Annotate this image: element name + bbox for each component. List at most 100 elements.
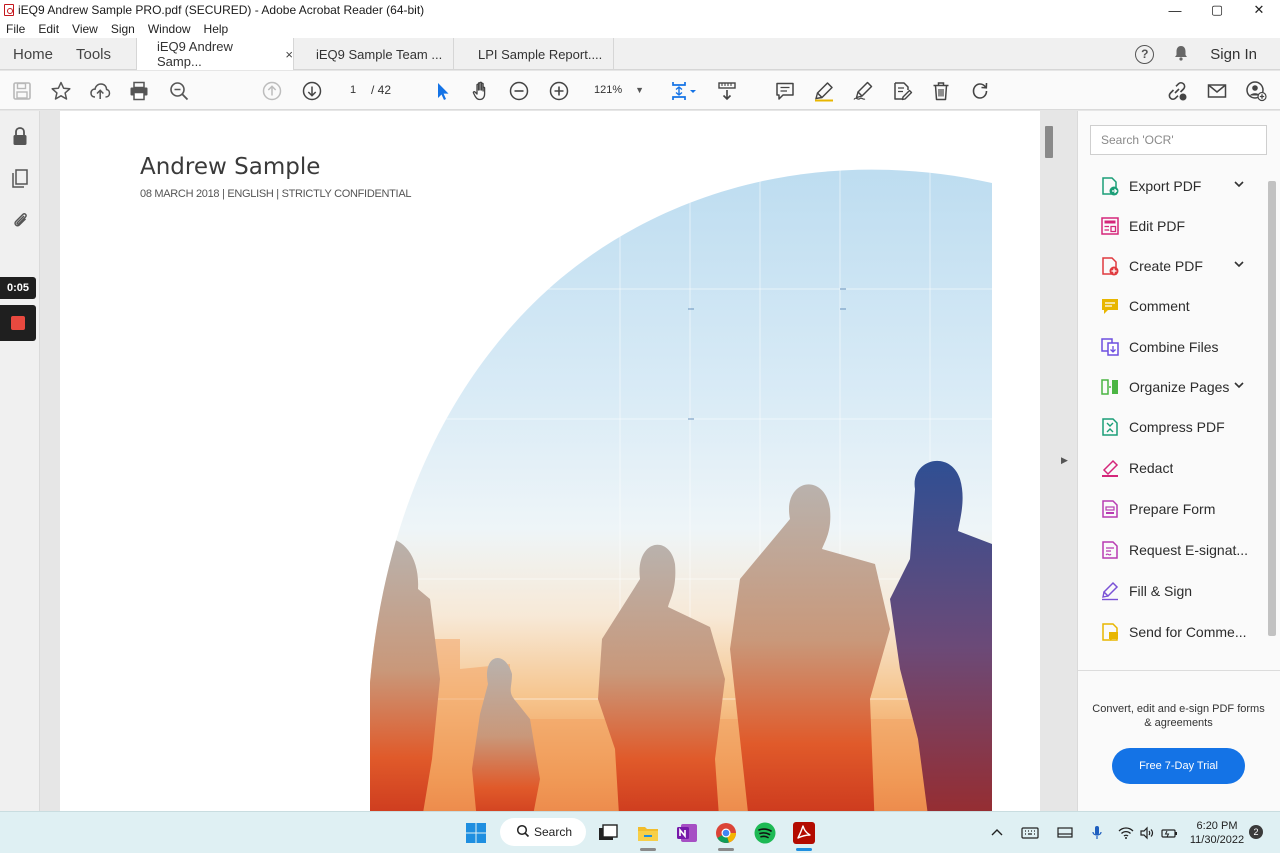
chevron-down-icon[interactable] bbox=[1234, 179, 1244, 189]
document-tab[interactable]: iEQ9 Sample Team ... bbox=[294, 38, 454, 70]
document-tab[interactable]: LPI Sample Report.... bbox=[454, 38, 614, 70]
document-viewer[interactable]: Andrew Sample 08 MARCH 2018 | ENGLISH | … bbox=[41, 111, 1056, 811]
promo-text: Convert, edit and e-sign PDF forms & agr… bbox=[1092, 703, 1265, 729]
wifi-icon[interactable] bbox=[1118, 812, 1134, 853]
tool-combine-files[interactable]: Combine Files bbox=[1078, 329, 1268, 365]
attachment-icon[interactable] bbox=[9, 209, 31, 231]
stop-recording-button[interactable] bbox=[0, 305, 36, 341]
menu-edit[interactable]: Edit bbox=[38, 22, 59, 36]
keyboard-icon[interactable] bbox=[1021, 812, 1039, 853]
share-link-icon[interactable] bbox=[1165, 79, 1189, 103]
tool-label: Organize Pages bbox=[1129, 379, 1230, 395]
tool-export-pdf[interactable]: Export PDF bbox=[1078, 168, 1268, 204]
tool-label: Redact bbox=[1129, 460, 1174, 476]
maximize-button[interactable]: ▢ bbox=[1196, 0, 1238, 20]
page-thumbnails-icon[interactable] bbox=[9, 167, 31, 189]
print-icon[interactable] bbox=[127, 79, 151, 103]
tool-request-esignatures[interactable]: Request E-signat... bbox=[1078, 532, 1268, 568]
tool-send-for-comments[interactable]: Send for Comme... bbox=[1078, 614, 1268, 650]
onenote-icon[interactable] bbox=[675, 821, 699, 845]
file-explorer-icon[interactable] bbox=[636, 821, 660, 845]
acrobat-taskbar-icon[interactable] bbox=[792, 821, 816, 845]
tool-comment[interactable]: Comment bbox=[1078, 288, 1268, 324]
windows-start-icon[interactable] bbox=[464, 821, 488, 845]
tool-compress-pdf[interactable]: Compress PDF bbox=[1078, 409, 1268, 445]
notification-badge[interactable]: 2 bbox=[1249, 825, 1263, 839]
edit-document-icon[interactable] bbox=[890, 79, 914, 103]
sign-in-button[interactable]: Sign In bbox=[1210, 46, 1257, 63]
bell-icon[interactable] bbox=[1172, 44, 1190, 65]
delete-icon[interactable] bbox=[929, 79, 953, 103]
cloud-upload-icon[interactable] bbox=[88, 79, 112, 103]
zoom-in-icon[interactable] bbox=[547, 79, 571, 103]
tool-create-pdf[interactable]: Create PDF bbox=[1078, 248, 1268, 284]
zoom-out-search-icon[interactable] bbox=[167, 79, 191, 103]
chevron-down-icon[interactable] bbox=[1234, 380, 1244, 390]
lock-icon[interactable] bbox=[9, 125, 31, 147]
tab-home[interactable]: Home bbox=[13, 38, 53, 70]
fit-page-icon[interactable] bbox=[670, 79, 700, 103]
zoom-level-select[interactable]: 121% ▼ bbox=[584, 80, 652, 100]
next-page-icon[interactable] bbox=[300, 79, 324, 103]
clock-time: 6:20 PM bbox=[1196, 820, 1238, 832]
microphone-icon[interactable] bbox=[1091, 812, 1103, 853]
tools-pane-scrollbar[interactable] bbox=[1268, 181, 1276, 636]
chevron-down-icon[interactable] bbox=[1234, 259, 1244, 269]
task-view-icon[interactable] bbox=[596, 821, 620, 845]
add-person-icon[interactable] bbox=[1244, 79, 1268, 103]
show-hidden-icons[interactable] bbox=[990, 812, 1004, 853]
tool-redact[interactable]: Redact bbox=[1078, 450, 1268, 486]
tool-edit-pdf[interactable]: Edit PDF bbox=[1078, 208, 1268, 244]
menu-help[interactable]: Help bbox=[204, 22, 229, 36]
menu-window[interactable]: Window bbox=[148, 22, 191, 36]
active-indicator bbox=[796, 848, 812, 851]
hand-tool-icon[interactable] bbox=[469, 79, 493, 103]
tool-prepare-form[interactable]: Prepare Form bbox=[1078, 491, 1268, 527]
window-title: iEQ9 Andrew Sample PRO.pdf (SECURED) - A… bbox=[18, 3, 425, 17]
rotate-icon[interactable] bbox=[968, 79, 992, 103]
taskbar-search[interactable]: Search bbox=[500, 818, 586, 846]
volume-icon[interactable] bbox=[1139, 812, 1155, 853]
free-trial-button[interactable]: Free 7-Day Trial bbox=[1112, 748, 1245, 784]
tools-search-input[interactable]: Search 'OCR' bbox=[1090, 125, 1267, 155]
previous-page-icon[interactable] bbox=[260, 79, 284, 103]
menu-file[interactable]: File bbox=[6, 22, 25, 36]
close-tab-icon[interactable]: × bbox=[285, 47, 293, 62]
sign-pen-icon[interactable] bbox=[851, 79, 875, 103]
search-icon bbox=[516, 824, 530, 841]
page-number-input[interactable]: 1 bbox=[338, 80, 368, 100]
tool-organize-pages[interactable]: Organize Pages bbox=[1078, 369, 1268, 405]
save-icon[interactable] bbox=[10, 79, 34, 103]
chrome-icon[interactable] bbox=[714, 821, 738, 845]
menu-view[interactable]: View bbox=[72, 22, 98, 36]
star-icon[interactable] bbox=[49, 79, 73, 103]
battery-icon[interactable] bbox=[1161, 812, 1179, 853]
window-controls: — ▢ ✕ bbox=[1154, 0, 1280, 20]
comment-icon[interactable] bbox=[773, 79, 797, 103]
minimize-button[interactable]: — bbox=[1154, 0, 1196, 20]
zoom-out-icon[interactable] bbox=[507, 79, 531, 103]
select-cursor-icon[interactable] bbox=[430, 79, 454, 103]
document-tab-label: iEQ9 Sample Team ... bbox=[316, 46, 443, 62]
system-clock[interactable]: 6:20 PM 11/30/2022 bbox=[1186, 819, 1248, 847]
tool-fill-sign[interactable]: Fill & Sign bbox=[1078, 573, 1268, 609]
help-icon[interactable]: ? bbox=[1135, 44, 1155, 64]
send-for-comment-icon bbox=[1102, 623, 1118, 641]
document-tab-active[interactable]: iEQ9 Andrew Samp... × bbox=[136, 38, 294, 70]
expand-right-panel-icon[interactable]: ▶ bbox=[1061, 455, 1068, 466]
redact-icon bbox=[1102, 459, 1119, 477]
export-pdf-icon bbox=[1102, 177, 1119, 196]
display-icon[interactable] bbox=[1057, 812, 1073, 853]
tab-tools[interactable]: Tools bbox=[76, 38, 111, 70]
prepare-form-icon bbox=[1102, 500, 1118, 518]
spotify-icon[interactable] bbox=[753, 821, 777, 845]
scrollbar-thumb[interactable] bbox=[1045, 126, 1053, 158]
scroll-mode-icon[interactable] bbox=[715, 79, 739, 103]
fill-sign-icon bbox=[1102, 581, 1119, 601]
highlight-pen-icon[interactable] bbox=[812, 79, 836, 103]
menu-sign[interactable]: Sign bbox=[111, 22, 135, 36]
search-label: Search bbox=[534, 825, 573, 839]
document-scrollbar[interactable] bbox=[1042, 111, 1056, 811]
email-icon[interactable] bbox=[1205, 79, 1229, 103]
close-window-button[interactable]: ✕ bbox=[1238, 0, 1280, 20]
